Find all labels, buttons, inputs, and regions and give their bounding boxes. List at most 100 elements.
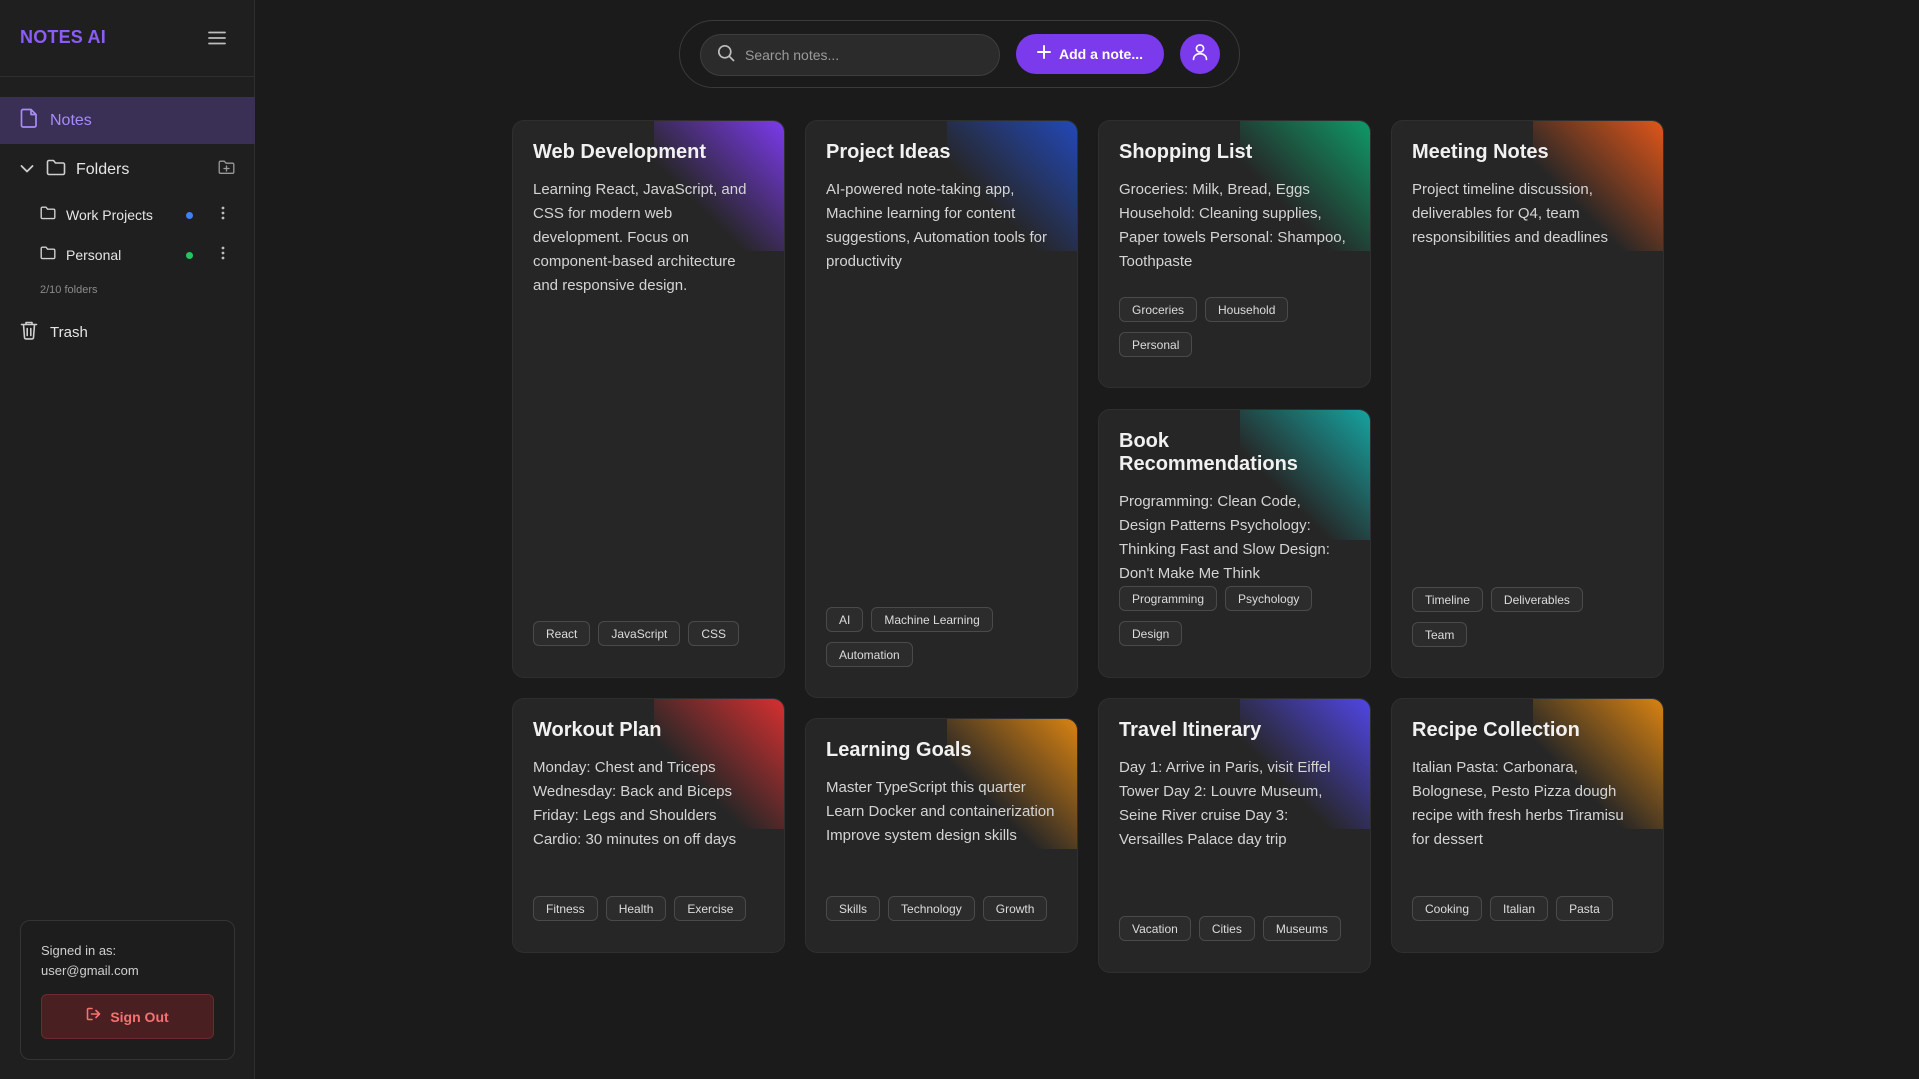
menu-icon[interactable] — [205, 26, 229, 50]
tag-list: React JavaScript CSS — [533, 621, 764, 646]
note-icon — [20, 108, 38, 133]
note-body: Project timeline discussion, deliverable… — [1412, 181, 1608, 246]
app-root: NOTES AI Notes Folders Work Projects Per… — [0, 0, 1919, 1079]
search-icon — [717, 44, 735, 67]
tag[interactable]: Pasta — [1556, 896, 1613, 921]
tag[interactable]: CSS — [688, 621, 740, 646]
tag-list: Programming Psychology Design — [1119, 586, 1350, 646]
note-body: Italian Pasta: Carbonara, Bolognese, Pes… — [1412, 759, 1624, 848]
avatar[interactable] — [1180, 34, 1220, 74]
tag[interactable]: Museums — [1262, 916, 1341, 941]
chevron-down-icon[interactable] — [20, 161, 34, 179]
more-vertical-icon[interactable] — [220, 245, 226, 266]
sidebar-item-label: Folders — [76, 161, 130, 178]
sidebar-item-trash[interactable]: Trash — [20, 320, 235, 344]
note-body: Monday: Chest and Triceps Wednesday: Bac… — [533, 759, 737, 848]
tag[interactable]: Health — [605, 896, 667, 921]
note-title: Learning Goals — [826, 739, 972, 761]
signed-in-label: Signed in as: — [41, 943, 117, 958]
folder-name: Work Projects — [66, 207, 153, 223]
note-card-workout-plan[interactable]: Workout Plan Monday: Chest and Triceps W… — [512, 698, 785, 953]
folder-icon — [46, 159, 66, 181]
tag[interactable]: Deliverables — [1490, 587, 1583, 612]
app-logo: NOTES AI — [20, 27, 106, 47]
tag[interactable]: React — [533, 621, 591, 646]
tag-list: Fitness Health Exercise — [533, 896, 764, 921]
tag[interactable]: Cities — [1198, 916, 1255, 941]
user-panel: Signed in as: user@gmail.com Sign Out — [20, 920, 235, 1060]
note-title: Travel Itinerary — [1119, 719, 1262, 741]
add-note-label: Add a note... — [1059, 46, 1143, 62]
tag[interactable]: Italian — [1490, 896, 1549, 921]
tag[interactable]: Fitness — [533, 896, 598, 921]
tag[interactable]: Technology — [888, 896, 975, 921]
note-card-shopping-list[interactable]: Shopping List Groceries: Milk, Bread, Eg… — [1098, 120, 1371, 388]
tag[interactable]: Timeline — [1412, 587, 1483, 612]
tag-list: Skills Technology Growth — [826, 896, 1057, 921]
tag[interactable]: Groceries — [1119, 297, 1198, 322]
tag[interactable]: Cooking — [1412, 896, 1483, 921]
search-box[interactable] — [700, 34, 1000, 76]
sidebar-item-notes[interactable]: Notes — [0, 97, 255, 144]
folder-color-dot — [186, 252, 193, 259]
tag-list: Groceries Household Personal — [1119, 297, 1350, 357]
folder-icon — [40, 206, 56, 225]
tag[interactable]: Programming — [1119, 586, 1218, 611]
user-email: user@gmail.com — [41, 963, 139, 978]
sign-out-button[interactable]: Sign Out — [41, 994, 214, 1039]
plus-icon — [1037, 44, 1051, 64]
folder-item-work-projects[interactable]: Work Projects — [40, 203, 235, 227]
tag[interactable]: Automation — [826, 642, 913, 667]
note-body: Learning React, JavaScript, and CSS for … — [533, 181, 747, 294]
note-body: AI-powered note-taking app, Machine lear… — [826, 181, 1047, 270]
note-card-learning-goals[interactable]: Learning Goals Master TypeScript this qu… — [805, 718, 1078, 953]
note-title: Recipe Collection — [1412, 719, 1580, 741]
note-title: Web Development — [533, 141, 706, 163]
folder-item-personal[interactable]: Personal — [40, 243, 235, 267]
trash-icon — [20, 320, 38, 345]
sign-out-label: Sign Out — [110, 1008, 169, 1025]
tag[interactable]: Machine Learning — [871, 607, 993, 632]
tag-list: Vacation Cities Museums — [1119, 916, 1350, 941]
note-card-project-ideas[interactable]: Project Ideas AI-powered note-taking app… — [805, 120, 1078, 698]
tag[interactable]: Household — [1205, 297, 1289, 322]
note-body: Day 1: Arrive in Paris, visit Eiffel Tow… — [1119, 759, 1331, 848]
tag[interactable]: Team — [1412, 622, 1468, 647]
sidebar-item-label: Trash — [50, 323, 88, 341]
sidebar-item-folders[interactable]: Folders — [20, 158, 235, 182]
add-note-button[interactable]: Add a note... — [1016, 34, 1164, 74]
note-card-book-recommendations[interactable]: Book Recommendations Programming: Clean … — [1098, 409, 1371, 678]
tag[interactable]: JavaScript — [598, 621, 681, 646]
note-card-travel-itinerary[interactable]: Travel Itinerary Day 1: Arrive in Paris,… — [1098, 698, 1371, 973]
more-vertical-icon[interactable] — [220, 205, 226, 226]
note-title: Meeting Notes — [1412, 141, 1549, 163]
sidebar-divider — [0, 76, 255, 77]
tag[interactable]: Exercise — [674, 896, 747, 921]
tag[interactable]: Psychology — [1225, 586, 1313, 611]
note-card-meeting-notes[interactable]: Meeting Notes Project timeline discussio… — [1391, 120, 1664, 678]
logout-icon — [86, 1007, 102, 1026]
tag-list: AI Machine Learning Automation — [826, 607, 1057, 667]
note-card-web-development[interactable]: Web Development Learning React, JavaScri… — [512, 120, 785, 678]
sidebar-item-label: Notes — [50, 111, 92, 129]
note-card-recipe-collection[interactable]: Recipe Collection Italian Pasta: Carbona… — [1391, 698, 1664, 953]
tag[interactable]: Design — [1119, 621, 1183, 646]
tag-list: Timeline Deliverables Team — [1412, 587, 1643, 647]
add-folder-icon[interactable] — [218, 160, 235, 180]
tag[interactable]: AI — [826, 607, 864, 632]
tag[interactable]: Growth — [982, 896, 1048, 921]
tag[interactable]: Skills — [826, 896, 881, 921]
tag-list: Cooking Italian Pasta — [1412, 896, 1643, 921]
note-title: Project Ideas — [826, 141, 951, 163]
top-bar: Add a note... — [679, 20, 1240, 88]
tag[interactable]: Personal — [1119, 332, 1193, 357]
search-input[interactable] — [745, 47, 985, 63]
tag[interactable]: Vacation — [1119, 916, 1191, 941]
note-body: Groceries: Milk, Bread, Eggs Household: … — [1119, 181, 1346, 270]
folder-color-dot — [186, 212, 193, 219]
note-body: Master TypeScript this quarter Learn Doc… — [826, 779, 1055, 844]
folder-icon — [40, 246, 56, 265]
sidebar: NOTES AI Notes Folders Work Projects Per… — [0, 0, 255, 1079]
note-title: Shopping List — [1119, 141, 1253, 163]
folder-count: 2/10 folders — [40, 284, 98, 296]
